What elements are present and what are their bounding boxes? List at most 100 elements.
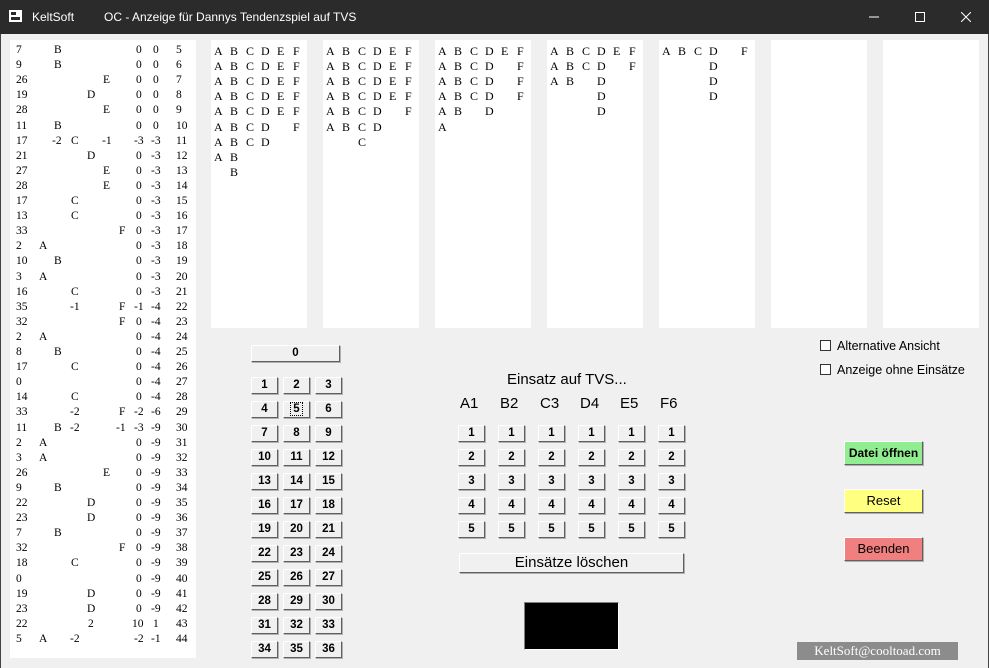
reset-button[interactable]: Reset xyxy=(844,489,923,513)
bet-button[interactable]: 3 xyxy=(458,473,485,490)
result-cell: 0 xyxy=(136,602,142,615)
result-cell: 0 xyxy=(16,572,22,585)
bet-button[interactable]: 1 xyxy=(498,425,525,442)
bet-button[interactable]: 2 xyxy=(538,449,565,466)
number-button-32[interactable]: 32 xyxy=(283,617,310,634)
result-cell: A xyxy=(39,436,48,449)
result-cell: F xyxy=(119,406,126,419)
number-button-25[interactable]: 25 xyxy=(251,569,278,586)
bet-button[interactable]: 4 xyxy=(658,497,685,514)
bet-button[interactable]: 3 xyxy=(658,473,685,490)
number-button-28[interactable]: 28 xyxy=(251,593,278,610)
number-button-19[interactable]: 19 xyxy=(251,521,278,538)
result-cell: B xyxy=(54,255,62,268)
number-button-20[interactable]: 20 xyxy=(283,521,310,538)
result-cell: 0 xyxy=(136,89,142,102)
alternative-view-checkbox[interactable] xyxy=(820,340,831,351)
number-button-33[interactable]: 33 xyxy=(315,617,342,634)
number-button-31[interactable]: 31 xyxy=(251,617,278,634)
result-cell: 22 xyxy=(16,617,28,630)
number-button-12[interactable]: 12 xyxy=(315,449,342,466)
bet-button[interactable]: 2 xyxy=(498,449,525,466)
bet-button[interactable]: 1 xyxy=(618,425,645,442)
result-cell: 0 xyxy=(136,481,142,494)
clear-bets-button[interactable]: Einsätze löschen xyxy=(459,553,684,573)
number-button-23[interactable]: 23 xyxy=(283,545,310,562)
bet-button[interactable]: 1 xyxy=(658,425,685,442)
number-button-7[interactable]: 7 xyxy=(251,425,278,442)
stats-letter: B xyxy=(454,59,463,74)
bet-button[interactable]: 5 xyxy=(618,521,645,538)
bet-button[interactable]: 3 xyxy=(618,473,645,490)
number-button-36[interactable]: 36 xyxy=(315,641,342,658)
maximize-button[interactable] xyxy=(897,0,943,34)
bet-button[interactable]: 5 xyxy=(658,521,685,538)
number-button-10[interactable]: 10 xyxy=(251,449,278,466)
stats-letter: F xyxy=(405,59,412,74)
result-cell: -2 xyxy=(52,134,62,147)
bet-button[interactable]: 4 xyxy=(578,497,605,514)
number-button-0[interactable]: 0 xyxy=(251,345,340,362)
bet-button[interactable]: 2 xyxy=(618,449,645,466)
bet-button[interactable]: 1 xyxy=(578,425,605,442)
number-button-9[interactable]: 9 xyxy=(315,425,342,442)
stats-letter: B xyxy=(230,104,239,119)
result-cell: 14 xyxy=(16,391,28,404)
bet-button[interactable]: 5 xyxy=(498,521,525,538)
stats-letter: A xyxy=(214,104,223,119)
bet-button[interactable]: 5 xyxy=(578,521,605,538)
bet-button[interactable]: 3 xyxy=(538,473,565,490)
bet-button[interactable]: 1 xyxy=(458,425,485,442)
bet-button[interactable]: 5 xyxy=(458,521,485,538)
minimize-button[interactable] xyxy=(851,0,897,34)
number-button-26[interactable]: 26 xyxy=(283,569,310,586)
result-cell: 2 xyxy=(16,330,22,343)
number-button-34[interactable]: 34 xyxy=(251,641,278,658)
number-button-21[interactable]: 21 xyxy=(315,521,342,538)
number-button-15[interactable]: 15 xyxy=(315,473,342,490)
result-cell: 11 xyxy=(16,421,28,434)
number-button-22[interactable]: 22 xyxy=(251,545,278,562)
number-button-3[interactable]: 3 xyxy=(315,377,342,394)
number-button-1[interactable]: 1 xyxy=(251,377,278,394)
bet-button[interactable]: 3 xyxy=(498,473,525,490)
number-button-24[interactable]: 24 xyxy=(315,545,342,562)
stats-row: CC xyxy=(323,134,419,149)
no-bets-checkbox[interactable] xyxy=(820,364,831,375)
number-button-18[interactable]: 18 xyxy=(315,497,342,514)
number-button-14[interactable]: 14 xyxy=(283,473,310,490)
number-button-27[interactable]: 27 xyxy=(315,569,342,586)
result-cell: 43 xyxy=(176,617,188,630)
close-button[interactable] xyxy=(943,0,989,34)
bet-button[interactable]: 2 xyxy=(658,449,685,466)
open-file-button[interactable]: Datei öffnen xyxy=(844,441,923,465)
title-bar: KeltSoft OC - Anzeige für Dannys Tendenz… xyxy=(0,0,989,34)
number-button-5[interactable]: 5 xyxy=(283,401,310,418)
number-button-2[interactable]: 2 xyxy=(283,377,310,394)
number-button-8[interactable]: 8 xyxy=(283,425,310,442)
bet-button[interactable]: 4 xyxy=(618,497,645,514)
number-button-11[interactable]: 11 xyxy=(283,449,310,466)
number-button-13[interactable]: 13 xyxy=(251,473,278,490)
number-button-4[interactable]: 4 xyxy=(251,401,278,418)
bet-button[interactable]: 1 xyxy=(538,425,565,442)
number-button-29[interactable]: 29 xyxy=(283,593,310,610)
bet-button[interactable]: 2 xyxy=(578,449,605,466)
bet-button[interactable]: 4 xyxy=(538,497,565,514)
quit-button[interactable]: Beenden xyxy=(844,537,923,561)
number-button-6[interactable]: 6 xyxy=(315,401,342,418)
bet-button[interactable]: 5 xyxy=(538,521,565,538)
stats-row: ABCD FABCDF xyxy=(435,58,531,73)
bet-button[interactable]: 4 xyxy=(458,497,485,514)
number-button-35[interactable]: 35 xyxy=(283,641,310,658)
result-cell: 0 xyxy=(136,497,142,509)
number-button-17[interactable]: 17 xyxy=(283,497,310,514)
result-row: 19 D 0 0 8 xyxy=(10,88,196,103)
number-button-30[interactable]: 30 xyxy=(315,593,342,610)
result-cell: 14 xyxy=(176,179,188,192)
bet-button[interactable]: 4 xyxy=(498,497,525,514)
bet-button[interactable]: 2 xyxy=(458,449,485,466)
bet-button[interactable]: 3 xyxy=(578,473,605,490)
number-button-16[interactable]: 16 xyxy=(251,497,278,514)
stats-panel-7 xyxy=(883,40,979,328)
